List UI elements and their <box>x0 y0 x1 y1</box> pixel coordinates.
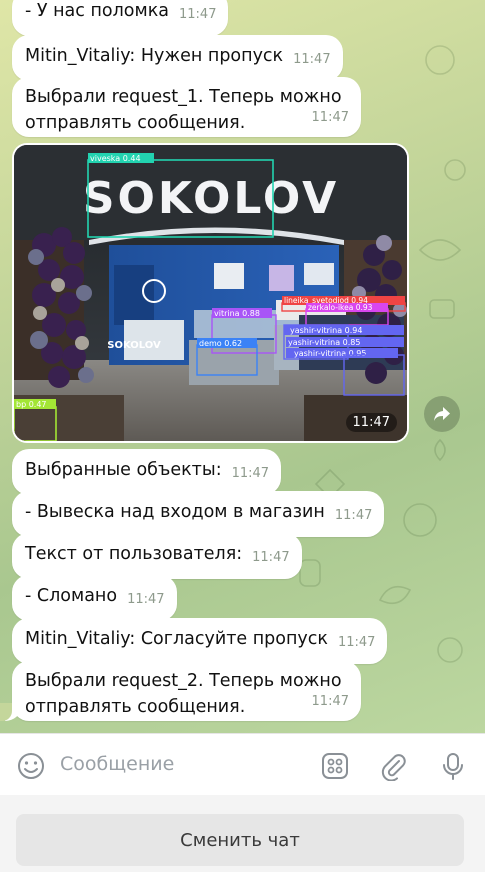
paperclip-icon[interactable] <box>378 751 408 782</box>
message-text: - У нас поломка <box>25 1 169 21</box>
svg-text:bp 0.47: bp 0.47 <box>16 400 47 409</box>
message-bubble[interactable]: - Вывеска над входом в магазин 11:47 <box>12 491 385 537</box>
message-bubble[interactable]: Выбранные объекты: 11:47 <box>12 449 282 495</box>
share-arrow-icon <box>434 407 450 421</box>
message-time: 11:47 <box>334 508 373 523</box>
svg-text:yashir-vitrina 0.95: yashir-vitrina 0.95 <box>294 349 366 358</box>
svg-text:demo 0.62: demo 0.62 <box>199 339 242 348</box>
store-image: SOKOLOV SOKOLOV viveska 0.44 vitrina 0.8… <box>14 145 407 441</box>
message-composer: Сообщение <box>0 733 485 795</box>
message-input[interactable]: Сообщение <box>60 753 174 775</box>
inner-sign-text: SOKOLOV <box>107 340 161 351</box>
message-text: Mitin_Vitaliy: Согласуйте пропуск <box>25 629 328 649</box>
message-time: 11:47 <box>179 7 217 22</box>
svg-text:yashir-vitrina 0.85: yashir-vitrina 0.85 <box>288 338 360 347</box>
message-text: Текст от пользователя: <box>25 544 243 564</box>
message-text: Выбрали request_1. Теперь можно отправля… <box>25 87 342 133</box>
message-text: - Вывеска над входом в магазин <box>25 502 325 522</box>
message-bubble[interactable]: Текст от пользователя: 11:47 <box>12 533 302 579</box>
message-time: 11:47 <box>293 52 331 67</box>
store-photo[interactable]: SOKOLOV SOKOLOV viveska 0.44 vitrina 0.8… <box>14 145 407 441</box>
photo-timestamp: 11:47 <box>345 413 397 432</box>
message-bubble[interactable]: Выбрали request_2. Теперь можно отправля… <box>0 661 361 721</box>
message-time: 11:47 <box>311 110 349 125</box>
keyboard-grid-icon[interactable] <box>320 751 350 781</box>
message-bubble[interactable]: - Сломано 11:47 <box>12 575 177 621</box>
message-time: 11:47 <box>252 550 290 565</box>
message-bubble[interactable]: Mitin_Vitaliy: Нужен пропуск 11:47 <box>12 35 343 81</box>
message-time: 11:47 <box>311 694 349 709</box>
message-time: 11:47 <box>231 466 270 481</box>
bot-keyboard: Сменить чат <box>0 795 485 872</box>
store-sign-text: SOKOLOV <box>83 173 339 224</box>
message-time: 11:47 <box>127 592 165 607</box>
share-button[interactable] <box>424 396 460 432</box>
message-text: Mitin_Vitaliy: Нужен пропуск <box>25 46 284 66</box>
message-time: 11:47 <box>337 635 376 650</box>
svg-text:zerkalo-ikea 0.93: zerkalo-ikea 0.93 <box>308 303 373 312</box>
svg-text:yashir-vitrina 0.94: yashir-vitrina 0.94 <box>290 326 362 335</box>
switch-chat-button[interactable]: Сменить чат <box>16 814 464 866</box>
chat-area[interactable]: - У нас поломка 11:47 Mitin_Vitaliy: Нуже… <box>0 0 485 733</box>
photo-message[interactable]: SOKOLOV SOKOLOV viveska 0.44 vitrina 0.8… <box>12 143 409 443</box>
message-text: Выбранные объекты: <box>25 460 222 480</box>
message-bubble[interactable]: Выбрали request_1. Теперь можно отправля… <box>12 77 361 137</box>
svg-text:vitrina 0.88: vitrina 0.88 <box>214 309 260 318</box>
message-text: Выбрали request_2. Теперь можно отправля… <box>25 671 342 717</box>
message-bubble[interactable]: Mitin_Vitaliy: Согласуйте пропуск 11:47 <box>12 618 388 664</box>
smile-icon[interactable] <box>16 751 46 781</box>
microphone-icon[interactable] <box>438 751 468 781</box>
message-text: - Сломано <box>25 586 118 606</box>
svg-text:viveska 0.44: viveska 0.44 <box>90 154 141 163</box>
message-bubble[interactable]: - У нас поломка 11:47 <box>12 0 229 36</box>
